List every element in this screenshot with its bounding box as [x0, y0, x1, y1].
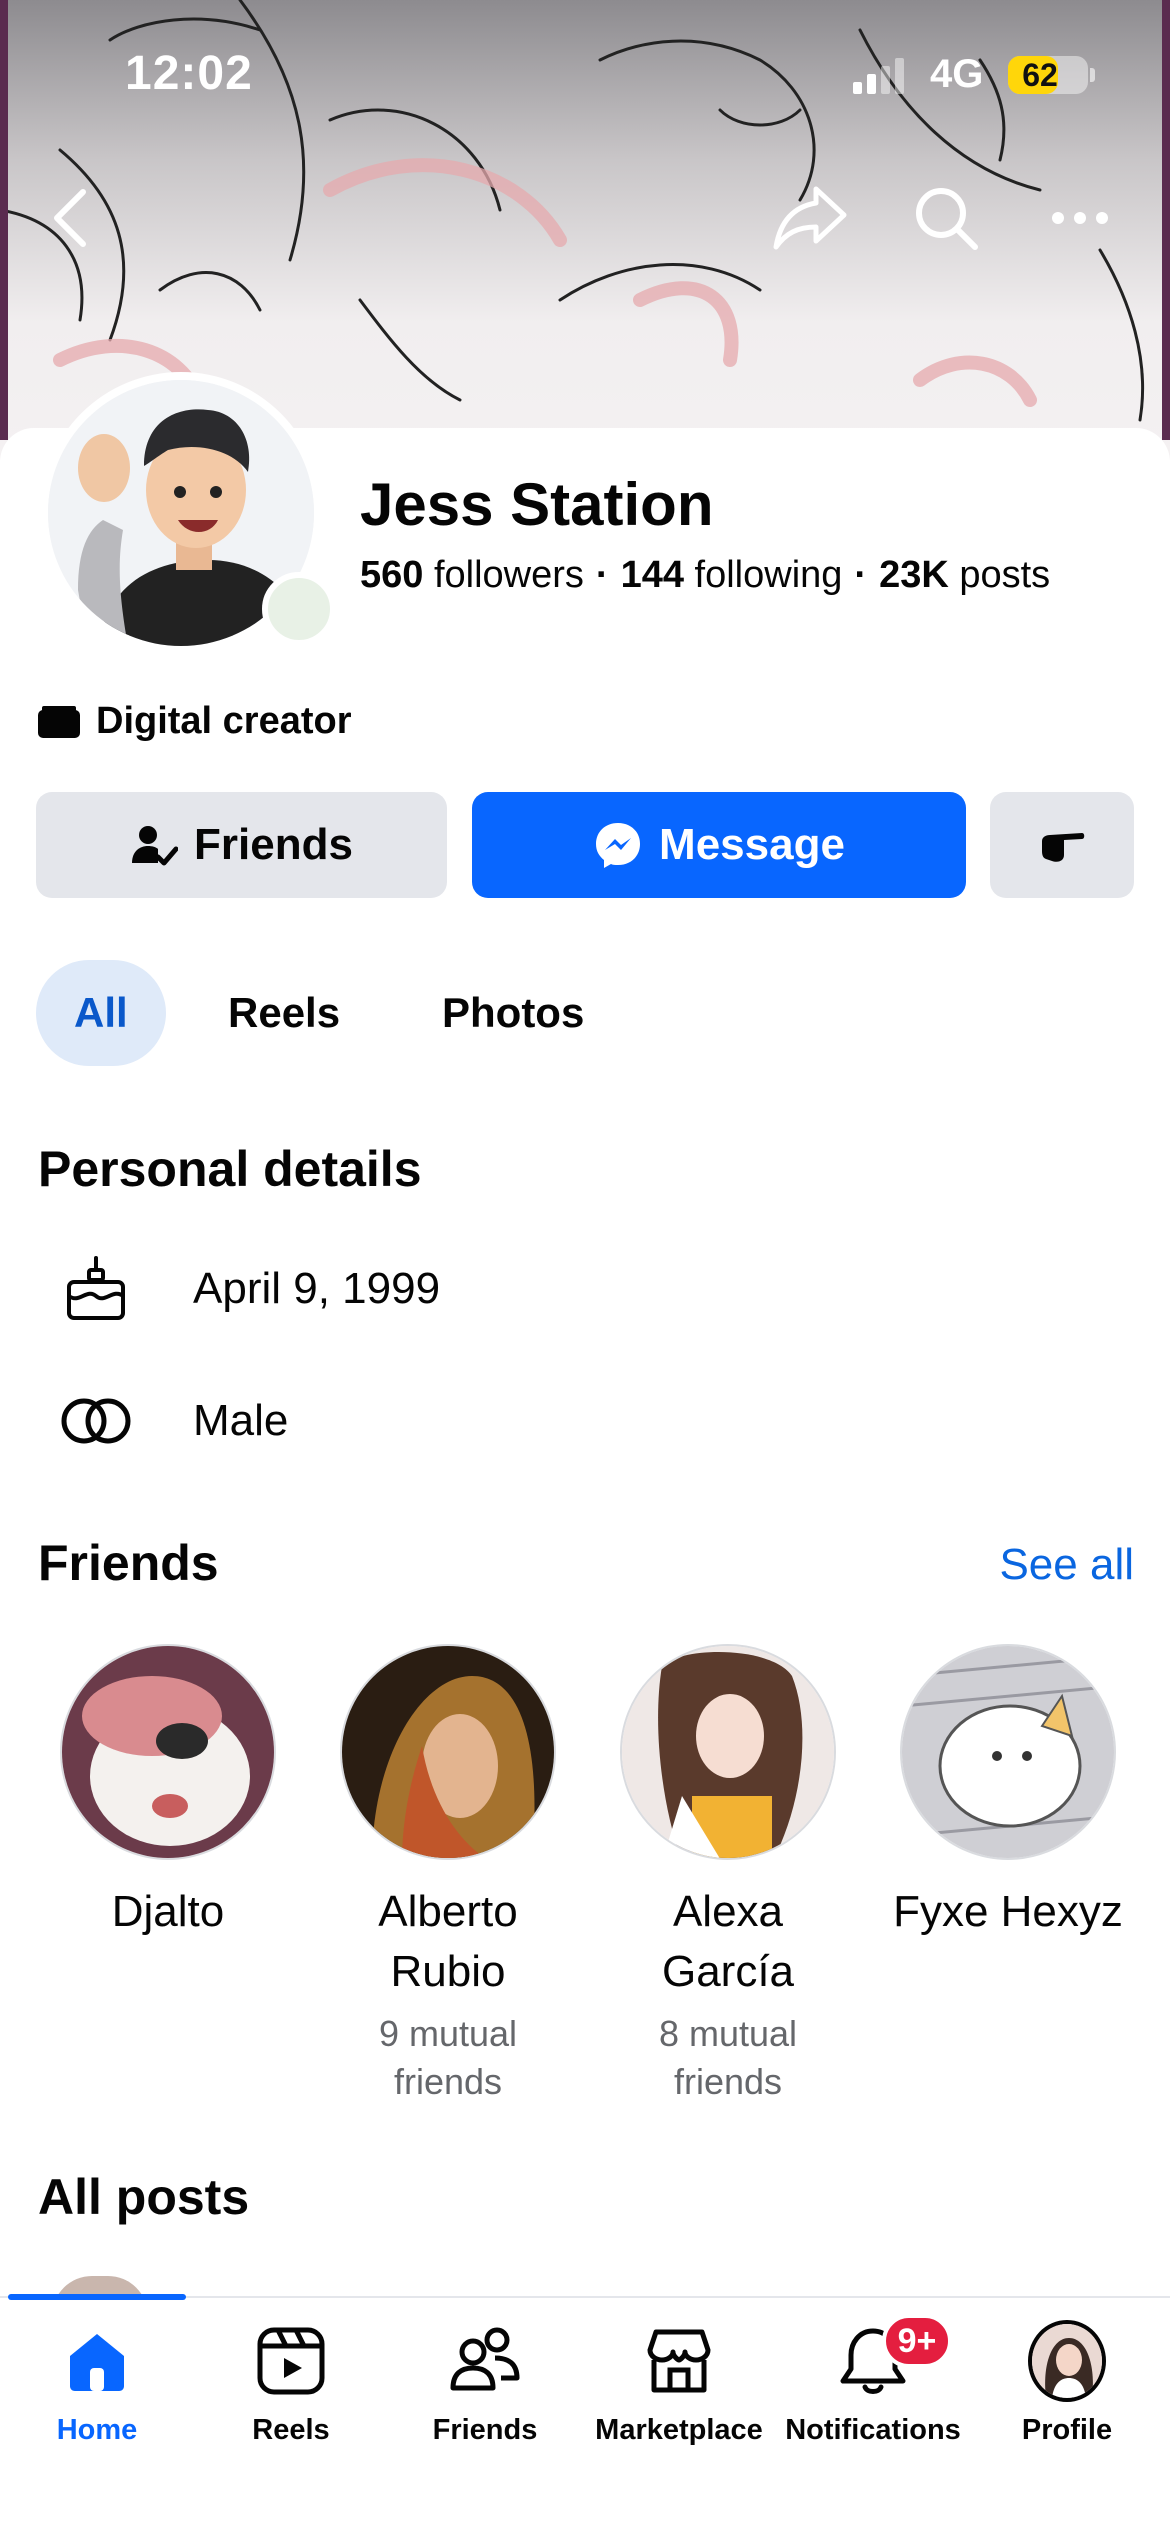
avatar-status-badge	[262, 572, 336, 646]
birthday-value: April 9, 1999	[193, 1264, 441, 1313]
gender-rings-icon	[58, 1383, 134, 1459]
home-icon	[58, 2322, 136, 2400]
nav-reels[interactable]: Reels	[194, 2322, 388, 2447]
personal-details-title: Personal details	[38, 1141, 422, 1197]
chevron-left-icon	[54, 189, 86, 247]
cellular-signal-icon	[853, 58, 904, 94]
friend-card[interactable]: Alexa García 8 mutual friends	[608, 1644, 848, 2106]
birthday-cake-icon	[58, 1251, 134, 1327]
category-label: Digital creator	[96, 700, 352, 742]
friend-name: Alexa García	[661, 1887, 795, 1996]
message-button-label: Message	[659, 820, 845, 869]
friend-photo	[60, 1644, 276, 1860]
following-label[interactable]: following	[695, 554, 843, 596]
reels-icon	[252, 2322, 330, 2400]
marketplace-icon	[640, 2322, 718, 2400]
cover-edge-right	[1162, 0, 1170, 440]
nav-notifications[interactable]: 9+ Notifications	[776, 2314, 970, 2447]
friends-section-title: Friends	[38, 1535, 219, 1591]
nav-home[interactable]: Home	[0, 2322, 194, 2447]
posts-label: posts	[959, 554, 1051, 596]
profile-name: Jess Station	[360, 471, 714, 538]
message-button[interactable]: Message	[472, 792, 966, 898]
followers-count[interactable]: 560	[360, 554, 423, 596]
share-icon	[773, 186, 847, 250]
nav-reels-label: Reels	[252, 2414, 330, 2446]
poke-hand-icon	[1042, 833, 1085, 862]
friends-button-label: Friends	[194, 820, 353, 869]
nav-home-label: Home	[56, 2414, 138, 2446]
friend-photo	[900, 1644, 1116, 1860]
friend-photo	[620, 1644, 836, 1860]
friend-card[interactable]: Djalto	[48, 1644, 288, 1942]
tab-all[interactable]: All	[36, 960, 166, 1066]
bell-icon: 9+	[834, 2314, 952, 2400]
tab-photos[interactable]: Photos	[404, 960, 622, 1066]
profile-more-button[interactable]	[990, 792, 1134, 898]
friend-mutual-count: 9 mutual friends	[378, 2013, 518, 2102]
nav-profile-label: Profile	[1021, 2414, 1113, 2446]
more-options-button[interactable]	[1040, 178, 1120, 258]
nav-friends[interactable]: Friends	[388, 2322, 582, 2447]
friend-check-icon	[132, 826, 179, 866]
nav-marketplace[interactable]: Marketplace	[582, 2322, 776, 2447]
nav-friends-label: Friends	[432, 2414, 538, 2446]
stats-separator: ·	[854, 554, 868, 596]
stats-separator: ·	[595, 554, 609, 596]
nav-notifications-label: Notifications	[785, 2414, 961, 2446]
tab-reels[interactable]: Reels	[190, 960, 378, 1066]
status-time: 12:02	[125, 47, 253, 100]
active-tab-indicator	[8, 2294, 186, 2300]
network-type: 4G	[930, 52, 984, 96]
gender-row: Male	[0, 1376, 1170, 1466]
profile-category: Digital creator	[36, 700, 352, 743]
search-button[interactable]	[906, 178, 986, 258]
profile-avatar[interactable]	[40, 372, 336, 654]
profile-avatar-icon	[1028, 2320, 1106, 2402]
more-horizontal-icon	[1052, 212, 1108, 224]
friends-button[interactable]: Friends	[36, 792, 447, 898]
all-posts-title: All posts	[38, 2169, 250, 2225]
messenger-icon	[596, 823, 641, 868]
search-icon	[916, 188, 978, 250]
nav-profile[interactable]: Profile	[970, 2320, 1164, 2447]
friend-mutual-count: 8 mutual friends	[658, 2013, 798, 2102]
gender-value: Male	[193, 1396, 289, 1445]
clapperboard-icon	[38, 705, 80, 738]
share-button[interactable]	[770, 178, 850, 258]
back-button[interactable]	[30, 178, 110, 258]
friend-name: Alberto Rubio	[378, 1887, 518, 1996]
friends-icon	[446, 2322, 524, 2400]
profile-stats: 560 followers · 144 following · 23K posts	[360, 554, 1050, 597]
birthday-row: April 9, 1999	[0, 1244, 1170, 1334]
friend-card[interactable]: Fyxe Hexyz	[888, 1644, 1128, 1942]
friend-name: Djalto	[111, 1887, 225, 1936]
followers-label[interactable]: followers	[434, 554, 584, 596]
battery-nub	[1090, 68, 1095, 82]
friend-name: Fyxe Hexyz	[893, 1887, 1123, 1936]
battery-indicator: 62	[1008, 56, 1088, 94]
following-count[interactable]: 144	[621, 554, 684, 596]
friend-photo	[340, 1644, 556, 1860]
nav-marketplace-label: Marketplace	[595, 2414, 763, 2446]
battery-level: 62	[1022, 57, 1058, 93]
friend-card[interactable]: Alberto Rubio 9 mutual friends	[328, 1644, 568, 2106]
posts-count: 23K	[879, 554, 949, 596]
see-all-friends-link[interactable]: See all	[999, 1540, 1134, 1590]
notifications-badge: 9+	[882, 2314, 952, 2368]
cover-edge-left	[0, 0, 8, 440]
